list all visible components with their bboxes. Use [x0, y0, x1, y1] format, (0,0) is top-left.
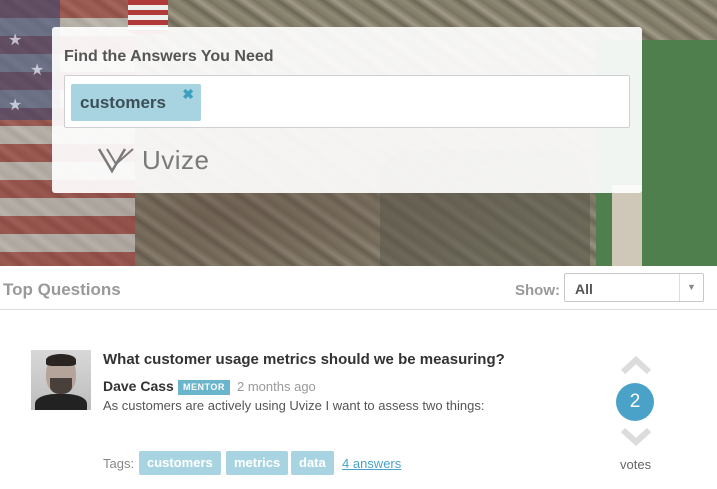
hero-banner: ★ ★ ★ Find the Answers You Need customer… — [0, 0, 717, 266]
uvize-logo-icon — [98, 148, 134, 174]
search-token[interactable]: customers ✖ — [71, 84, 201, 121]
search-title: Find the Answers You Need — [64, 48, 274, 65]
downvote-icon[interactable] — [620, 428, 652, 446]
search-input[interactable]: customers ✖ — [64, 75, 630, 128]
tag-data[interactable]: data — [291, 451, 334, 475]
show-label: Show: — [515, 282, 560, 299]
question-item: What customer usage metrics should we be… — [0, 310, 717, 489]
timestamp: 2 months ago — [237, 379, 316, 394]
logo-text: Uvize — [142, 144, 210, 175]
star-icon: ★ — [30, 62, 45, 79]
book-pages — [612, 185, 642, 266]
star-icon: ★ — [8, 97, 23, 114]
question-excerpt: As customers are actively using Uvize I … — [103, 398, 485, 413]
star-icon: ★ — [8, 32, 23, 49]
tag-customers[interactable]: customers — [139, 451, 221, 475]
section-title: Top Questions — [3, 280, 121, 299]
question-title-link[interactable]: What customer usage metrics should we be… — [103, 351, 505, 368]
mentor-badge: MENTOR — [178, 380, 230, 395]
author-name[interactable]: Dave Cass — [103, 378, 174, 394]
close-icon[interactable]: ✖ — [182, 86, 194, 103]
chevron-down-icon[interactable]: ▼ — [679, 274, 703, 301]
search-panel: Find the Answers You Need customers ✖ Uv… — [52, 27, 642, 193]
show-filter-select[interactable]: All ▼ — [564, 273, 704, 302]
uvize-logo: Uvize — [98, 143, 210, 177]
answers-link[interactable]: 4 answers — [342, 456, 401, 471]
vote-count: 2 — [616, 383, 654, 421]
upvote-icon[interactable] — [620, 356, 652, 374]
select-value: All — [575, 281, 593, 297]
top-questions-header: Top Questions Show: All ▼ — [0, 266, 717, 310]
tags-label: Tags: — [103, 456, 135, 471]
votes-label: votes — [620, 457, 652, 472]
search-token-label: customers — [80, 93, 166, 112]
tag-metrics[interactable]: metrics — [226, 451, 289, 475]
avatar[interactable] — [31, 350, 91, 410]
